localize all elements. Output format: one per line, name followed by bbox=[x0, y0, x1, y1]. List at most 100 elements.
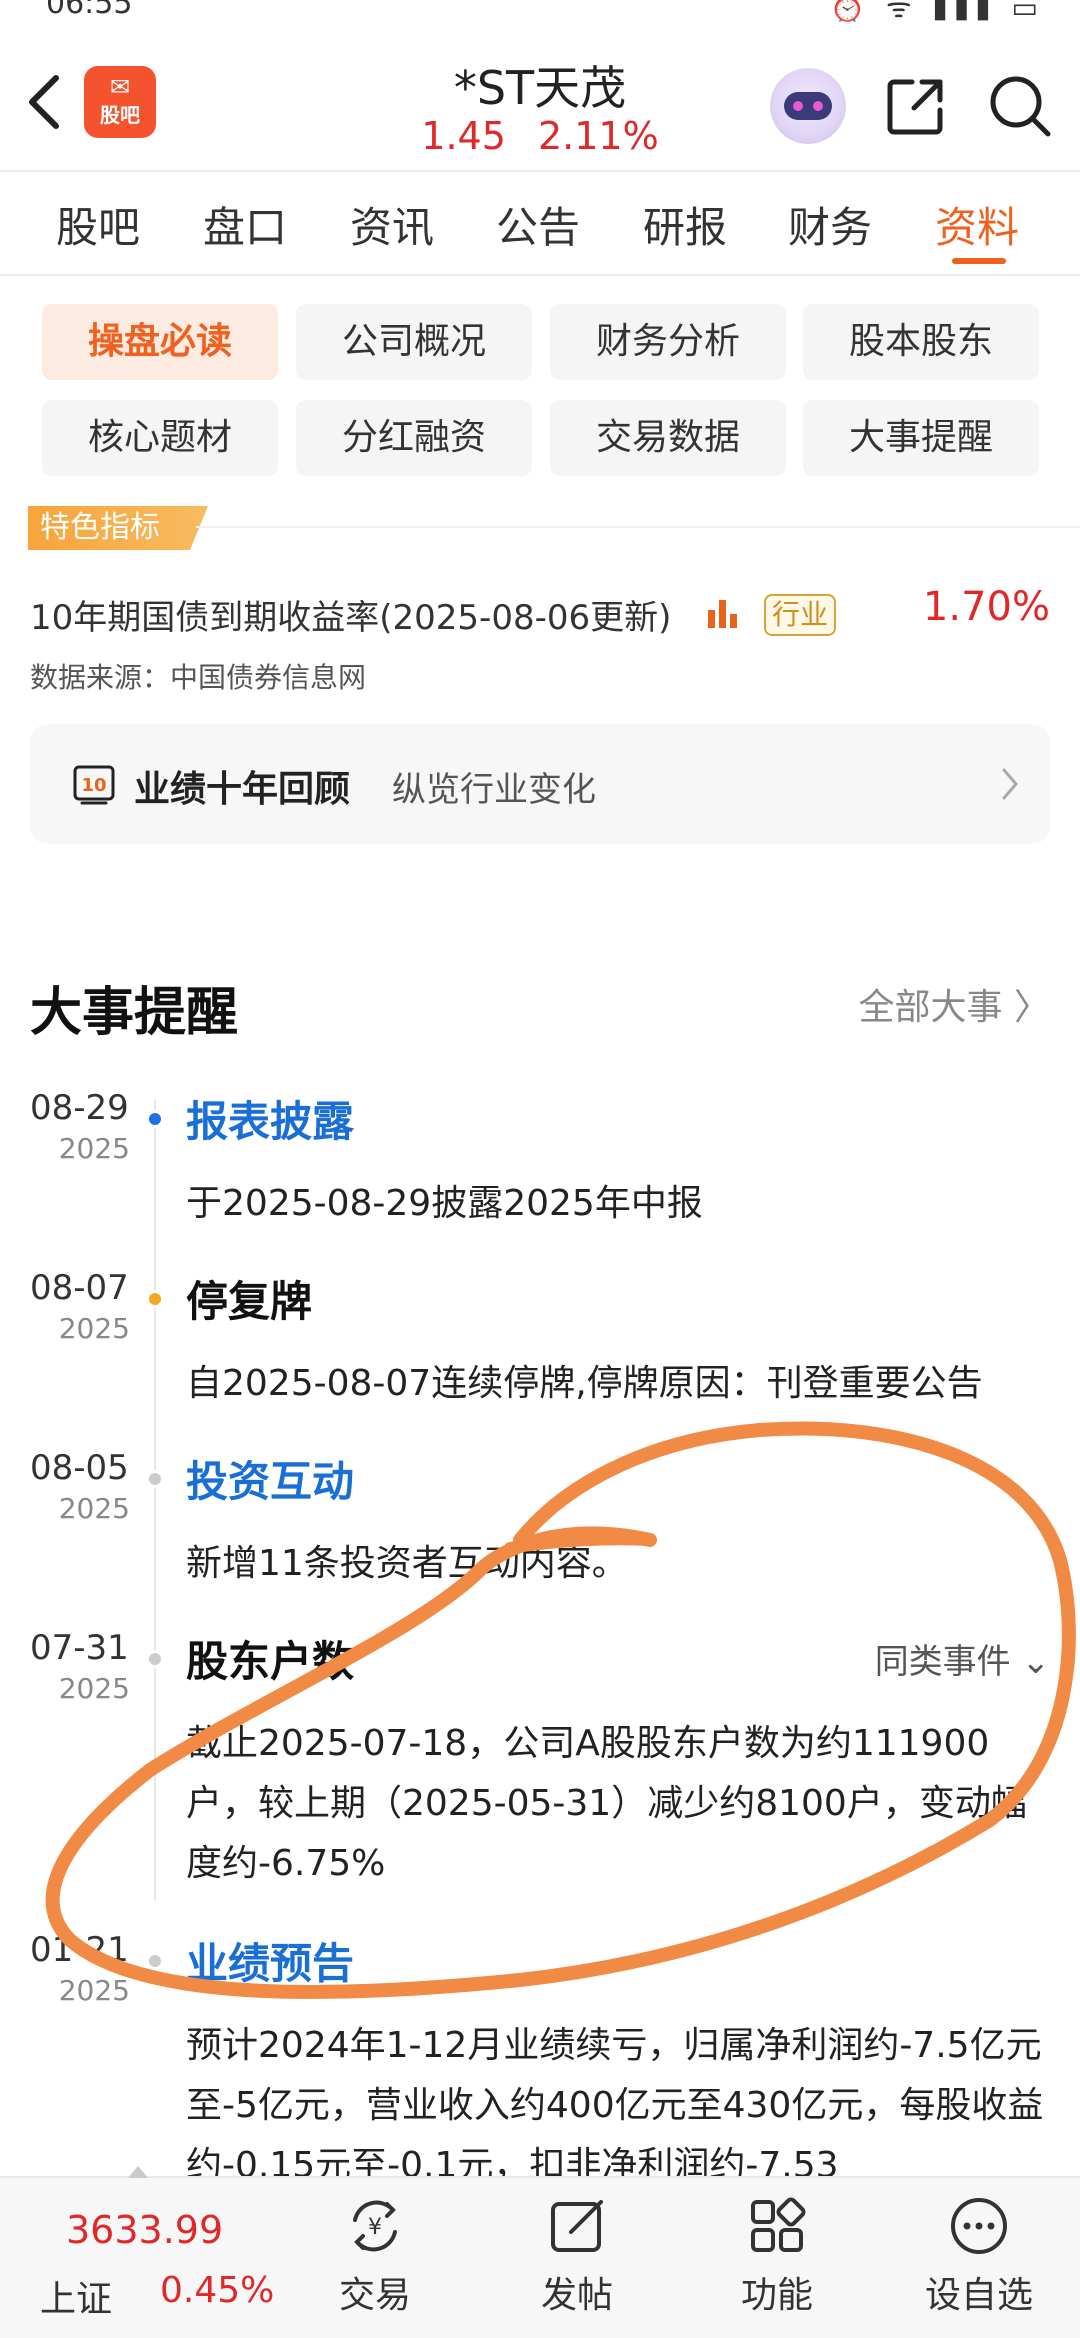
top-header: ✉ 股吧 *ST天茂 1.45 2.11% bbox=[0, 22, 1080, 172]
timeline-dot bbox=[146, 1650, 164, 1668]
section-title: 大事提醒 bbox=[30, 983, 239, 1043]
chevron-down-icon: ⌄ bbox=[1021, 1642, 1051, 1682]
event-description: 新增11条投资者互动内容。 bbox=[186, 1543, 628, 1584]
event-year: 2025 bbox=[58, 1974, 130, 2007]
event-description: 于2025-08-29披露2025年中报 bbox=[186, 1183, 703, 1224]
similar-events-link[interactable]: 同类事件 ⌄ bbox=[875, 1634, 1050, 1683]
event-title: 股东户数 bbox=[186, 1637, 355, 1686]
logo-text: 股吧 bbox=[100, 103, 140, 127]
bar-chart-icon[interactable] bbox=[706, 596, 740, 630]
stock-price: 1.45 bbox=[421, 114, 506, 158]
tab-profile[interactable]: 资料 bbox=[935, 194, 1019, 255]
chip-financial-analysis[interactable]: 财务分析 bbox=[550, 304, 786, 380]
event-title[interactable]: 报表披露 bbox=[186, 1088, 354, 1149]
event-year: 2025 bbox=[58, 1672, 130, 1705]
guba-logo[interactable]: ✉ 股吧 bbox=[84, 66, 156, 138]
assistant-avatar[interactable] bbox=[770, 68, 846, 144]
chip-major-events[interactable]: 大事提醒 bbox=[803, 400, 1039, 476]
chevron-right-icon: 〉 bbox=[1013, 987, 1050, 1028]
grid-apps-icon bbox=[751, 2197, 806, 2252]
nav-add-watchlist[interactable]: 设自选 bbox=[904, 2194, 1054, 2334]
review-icon-number: 10 bbox=[81, 775, 106, 796]
chip-core-themes[interactable]: 核心题材 bbox=[42, 400, 278, 476]
timeline-dot bbox=[146, 1952, 164, 1970]
share-icon bbox=[887, 79, 943, 135]
back-arrow-icon bbox=[29, 75, 59, 129]
chip-dividends[interactable]: 分红融资 bbox=[296, 400, 532, 476]
all-events-label: 全部大事 bbox=[858, 987, 1003, 1028]
calendar-ten-icon: 10 bbox=[73, 765, 115, 805]
event-date: 08-07 bbox=[30, 1268, 129, 1308]
event-description: 预计2024年1-12月业绩续亏，归属净利润约-7.5亿元至-5亿元，营业收入约… bbox=[186, 2025, 1044, 2176]
event-date: 07-31 bbox=[30, 1628, 129, 1668]
event-title: 停复牌 bbox=[186, 1277, 313, 1326]
nav-label: 发帖 bbox=[540, 2275, 613, 2316]
chip-trading-essentials[interactable]: 操盘必读 bbox=[42, 304, 278, 380]
stock-name: *ST天茂 bbox=[453, 61, 627, 115]
timeline-line bbox=[154, 1100, 156, 1900]
tab-research[interactable]: 研报 bbox=[643, 194, 727, 255]
event-year: 2025 bbox=[58, 1132, 130, 1165]
nav-label: 设自选 bbox=[924, 2275, 1033, 2316]
tab-bar: 股吧 盘口 资讯 公告 研报 财务 资料 bbox=[0, 172, 1080, 276]
status-icons: ⏰ ᯤ ▮▮▮ ▭ bbox=[830, 0, 1044, 22]
nav-label: 交易 bbox=[338, 2275, 411, 2316]
similar-events-label: 同类事件 bbox=[874, 1642, 1011, 1682]
event-date: 08-29 bbox=[30, 1088, 129, 1128]
ten-year-review-card[interactable]: 10 业绩十年回顾 纵览行业变化 bbox=[30, 724, 1050, 844]
svg-text:¥: ¥ bbox=[368, 2215, 382, 2240]
active-tab-indicator bbox=[952, 258, 1006, 264]
event-year: 2025 bbox=[58, 1492, 130, 1525]
chip-shareholders[interactable]: 股本股东 bbox=[803, 304, 1039, 380]
search-button[interactable] bbox=[986, 72, 1052, 138]
nav-functions[interactable]: 功能 bbox=[702, 2194, 852, 2334]
event-title[interactable]: 投资互动 bbox=[186, 1448, 354, 1509]
badge-divider bbox=[196, 526, 1080, 528]
nav-post[interactable]: 发帖 bbox=[502, 2194, 652, 2334]
caret-up-icon[interactable] bbox=[128, 2166, 148, 2178]
event-description: 截止2025-07-18，公司A股股东户数为约111900户，较上期（2025-… bbox=[186, 1723, 1027, 1884]
index-change[interactable]: 0.45% bbox=[160, 2270, 274, 2311]
stock-quote: 1.45 2.11% bbox=[340, 114, 740, 158]
timeline-dot bbox=[146, 1290, 164, 1308]
more-dots-icon bbox=[951, 2198, 1007, 2254]
bottom-bar: 3633.99 上证 0.45% ¥ 交易 发帖 功能 设自选 bbox=[0, 2166, 1080, 2338]
status-bar: 06:55 ⏰ ᯤ ▮▮▮ ▭ bbox=[0, 0, 1080, 22]
hand-drawn-circle-annotation bbox=[45, 1421, 1076, 1999]
index-value[interactable]: 3633.99 bbox=[66, 2208, 223, 2252]
edit-icon bbox=[551, 2200, 603, 2252]
chip-trading-data[interactable]: 交易数据 bbox=[550, 400, 786, 476]
robot-face-icon bbox=[784, 92, 832, 120]
event-year: 2025 bbox=[58, 1312, 130, 1345]
status-time: 06:55 bbox=[46, 0, 133, 21]
industry-tag[interactable]: 行业 bbox=[764, 594, 836, 636]
tab-finance[interactable]: 财务 bbox=[788, 194, 872, 255]
event-description: 自2025-08-07连续停牌,停牌原因：刊登重要公告 bbox=[186, 1363, 983, 1404]
share-button[interactable] bbox=[884, 74, 948, 138]
data-source: 数据来源：中国债券信息网 bbox=[30, 661, 367, 694]
tab-pankou[interactable]: 盘口 bbox=[203, 194, 287, 255]
yen-exchange-icon: ¥ bbox=[353, 2200, 397, 2252]
chevron-right-icon bbox=[1002, 768, 1018, 800]
tab-news[interactable]: 资讯 bbox=[350, 194, 434, 255]
event-title[interactable]: 业绩预告 bbox=[186, 1930, 354, 1991]
event-date: 08-05 bbox=[30, 1448, 129, 1488]
nav-trade[interactable]: ¥ 交易 bbox=[300, 2194, 450, 2334]
chip-company-overview[interactable]: 公司概况 bbox=[296, 304, 532, 380]
search-icon bbox=[990, 76, 1051, 137]
indicator-name[interactable]: 10年期国债到期收益率(2025-08-06更新) bbox=[30, 590, 671, 639]
timeline-dot bbox=[146, 1110, 164, 1128]
index-name[interactable]: 上证 bbox=[40, 2270, 112, 2322]
tab-announcements[interactable]: 公告 bbox=[496, 194, 580, 255]
timeline-dot bbox=[146, 1470, 164, 1488]
logo-mark-icon: ✉ bbox=[109, 73, 131, 101]
event-date: 01-21 bbox=[30, 1930, 129, 1970]
nav-label: 功能 bbox=[740, 2275, 813, 2316]
stock-change: 2.11% bbox=[537, 114, 659, 158]
featured-badge: 特色指标 bbox=[28, 506, 208, 550]
review-title: 业绩十年回顾 bbox=[134, 769, 351, 810]
tab-guba[interactable]: 股吧 bbox=[56, 194, 140, 255]
back-button[interactable] bbox=[22, 72, 72, 132]
indicator-value: 1.70% bbox=[922, 584, 1050, 630]
all-events-link[interactable]: 全部大事 〉 bbox=[859, 978, 1050, 1030]
